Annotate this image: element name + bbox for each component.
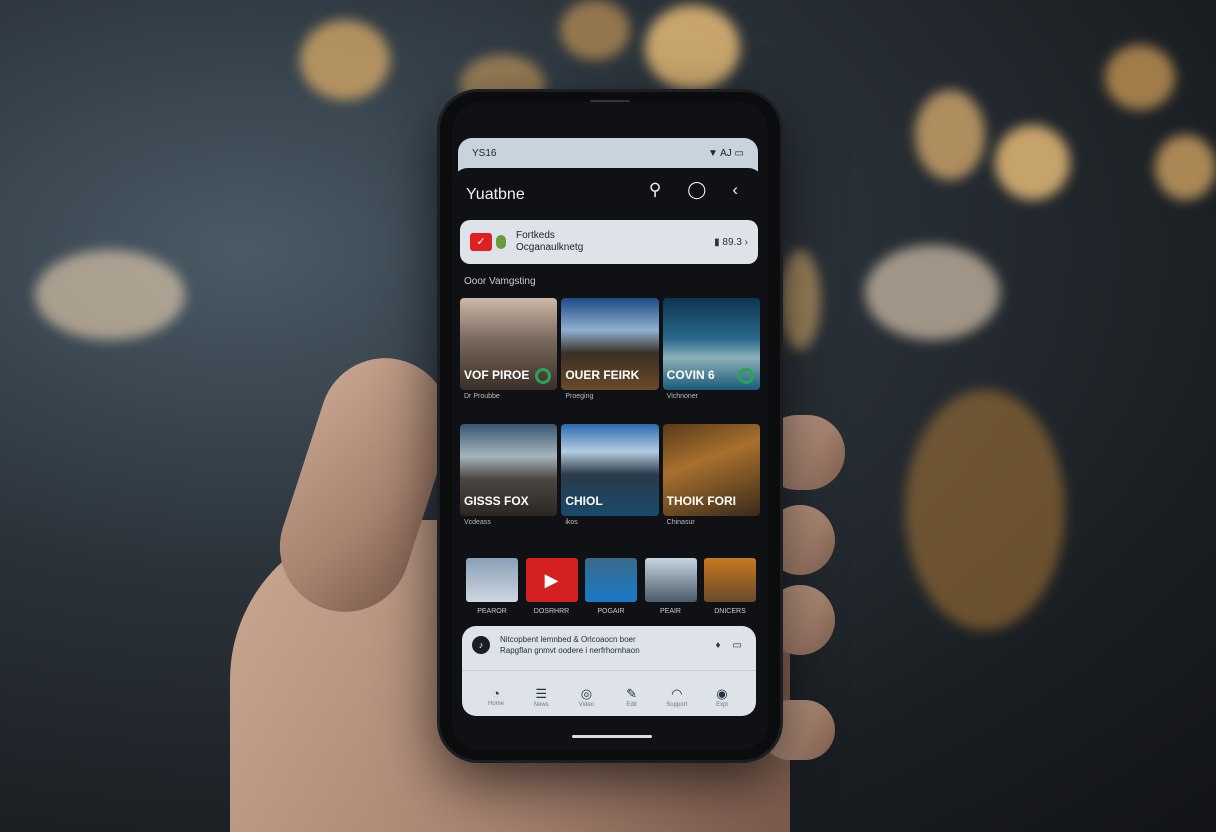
card-title: OUER FEIRK [565, 368, 640, 382]
mini-item[interactable]: ▶ DOSRHRR [525, 558, 578, 615]
badge-icon [496, 235, 506, 249]
bokeh-light [995, 125, 1070, 200]
edit-icon: ✎ [626, 686, 638, 701]
smartphone: ● ◐ ·◯ YS16 ▼ AJ ▭ Yuatbne ⚲ ◯ ‹ ✓ Fortk… [440, 92, 780, 760]
now-playing-panel: ♪ Nitcopbent lemnbed & Orlcoaocn boer Rap… [462, 626, 756, 716]
account-icon[interactable]: ◯ [687, 180, 706, 200]
mini-item[interactable]: PEAROR [466, 558, 518, 615]
mini-row: PEAROR ▶ DOSRHRR POGAIR PEAIR DNICERS [466, 558, 756, 615]
bottom-nav: ◔ Home ☰ News ◎ Video ✎ Edit ◠ Support ◉ Expl [476, 686, 742, 708]
avatar: ♪ [472, 636, 490, 654]
home-indicator[interactable] [572, 735, 652, 738]
headset-icon: ◠ [671, 686, 683, 701]
bokeh-light [865, 245, 1000, 340]
bokeh-light [300, 20, 390, 100]
nav-support[interactable]: ◠ Support [657, 686, 697, 708]
divider [462, 670, 756, 671]
video-grid-row-1: VOF PIROE Dr Proubbe OUER FEIRK Proeging C… [460, 298, 760, 400]
video-card[interactable]: GISSS FOX Vcdeass [460, 424, 558, 526]
card-subtitle: Vcdeass [464, 519, 491, 526]
bokeh-light [905, 390, 1065, 630]
nav-explore[interactable]: ◉ Expl [702, 686, 742, 708]
now-playing[interactable]: ♪ Nitcopbent lemnbed & Orlcoaocn boer Rap… [472, 634, 640, 656]
featured-banner[interactable]: ✓ Fortkeds Ocganaulknetg ▮ 89.3 › [460, 220, 758, 264]
status-ring-icon [535, 368, 552, 384]
card-title: VOF PIROE [464, 368, 530, 382]
header-actions: ⚲ ◯ ‹ [649, 180, 738, 200]
home-icon: ◔ [492, 686, 500, 701]
card-subtitle: Proeging [565, 393, 594, 400]
nav-news[interactable]: ☰ News [521, 686, 561, 708]
back-icon[interactable]: ‹ [732, 180, 738, 200]
video-card[interactable]: THOIK FORI Chinasur [662, 424, 760, 526]
video-card[interactable]: VOF PIROE Dr Proubbe [460, 298, 558, 400]
mini-item[interactable]: PEAIR [644, 558, 697, 615]
card-subtitle: Chinasur [666, 519, 695, 526]
nav-home[interactable]: ◔ Home [476, 686, 516, 708]
video-icon: ◎ [580, 686, 593, 701]
card-subtitle: Dr Proubbe [464, 393, 500, 400]
mini-item[interactable]: DNICERS [704, 558, 756, 615]
bokeh-light [915, 90, 985, 180]
video-card[interactable]: OUER FEIRK Proeging [561, 298, 659, 400]
video-grid-row-2: GISSS FOX Vcdeass CHIOL ikos THOIK FORI Chi… [460, 424, 760, 526]
phone-screen: YS16 ▼ AJ ▭ Yuatbne ⚲ ◯ ‹ ✓ Fortkeds Ocga… [452, 102, 768, 750]
card-title: GISSS FOX [464, 494, 529, 508]
now-playing-title: Nitcopbent lemnbed & Orlcoaocn boer [500, 635, 636, 644]
banner-subtitle: Ocganaulknetg [516, 242, 584, 253]
banner-title: Fortkeds [516, 230, 555, 241]
section-title: Ooor Vamgsting [464, 276, 536, 287]
cast-icon[interactable]: ▭ [733, 640, 742, 651]
mini-item[interactable]: POGAIR [585, 558, 637, 615]
bokeh-light [1105, 45, 1175, 110]
app-title: Yuatbne [466, 186, 525, 203]
status-icons: ▼ AJ ▭ [707, 148, 744, 159]
status-bar: YS16 ▼ AJ ▭ [452, 138, 764, 184]
app-logo-icon: ✓ [470, 233, 492, 251]
bokeh-light [1155, 135, 1216, 200]
card-title: COVIN 6 [666, 368, 715, 382]
search-icon[interactable]: ⚲ [649, 180, 661, 200]
bokeh-light [560, 0, 630, 60]
explore-icon: ◉ [716, 686, 728, 701]
bokeh-light [780, 250, 820, 350]
play-icon: ▶ [525, 558, 578, 602]
status-time: YS16 [472, 148, 497, 159]
nav-edit[interactable]: ✎ Edit [612, 686, 652, 708]
status-ring-icon [738, 368, 754, 384]
nav-video[interactable]: ◎ Video [566, 686, 606, 708]
banner-meta: ▮ 89.3 › [714, 236, 748, 248]
list-icon: ☰ [535, 686, 548, 701]
card-title: CHIOL [565, 494, 603, 508]
bokeh-light [35, 250, 185, 340]
bokeh-light [645, 5, 740, 90]
video-card[interactable]: CHIOL ikos [561, 424, 659, 526]
now-playing-subtitle: Rapgflan gnmvt oodere i nerfrhornhaon [500, 646, 640, 655]
card-subtitle: ikos [565, 519, 578, 526]
mic-icon[interactable]: ♦ [715, 640, 720, 651]
card-title: THOIK FORI [666, 494, 736, 508]
video-card[interactable]: COVIN 6 Vichnoner [662, 298, 760, 400]
card-subtitle: Vichnoner [666, 393, 699, 400]
